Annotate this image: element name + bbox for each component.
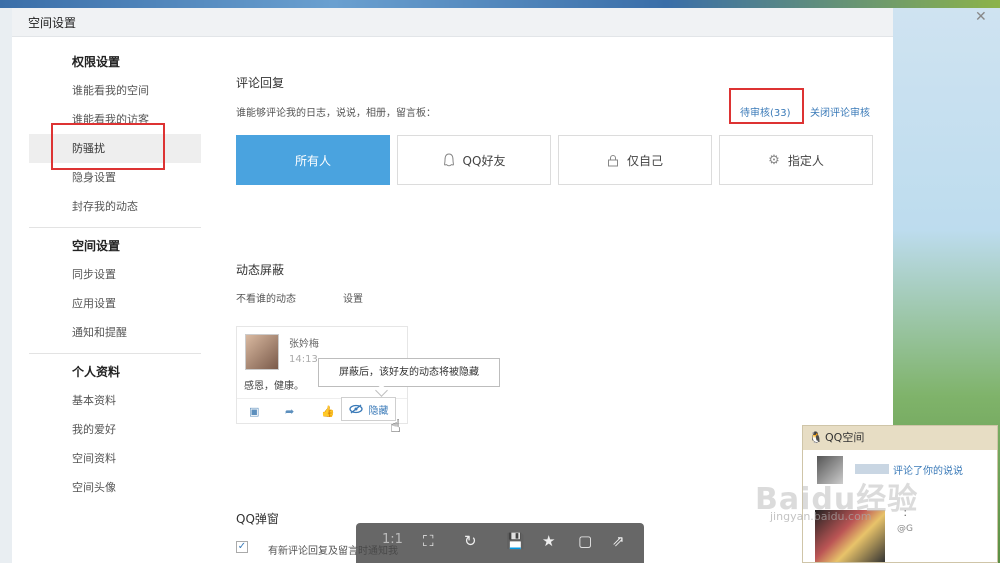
hide-button-label: 隐藏 — [368, 405, 389, 417]
sidebar-item-archive-feed[interactable]: 封存我的动态 — [29, 192, 201, 221]
sidebar-divider — [29, 227, 201, 228]
rotate-icon[interactable]: ↻ — [464, 532, 477, 550]
sidebar-item-space-avatar[interactable]: 空间头像 — [29, 473, 201, 502]
watermark-url: jingyan.baidu.com — [770, 510, 872, 523]
gear-icon: ⚙ — [768, 152, 780, 168]
feed-block-title: 动态屏蔽 — [236, 263, 285, 277]
option-qq-friends-label: QQ好友 — [462, 153, 506, 168]
background-strip — [0, 0, 1000, 8]
card-time: 14:13 — [289, 354, 318, 365]
sidebar-item-apps[interactable]: 应用设置 — [29, 289, 201, 318]
option-specific-people[interactable]: ⚙ 指定人 — [719, 135, 873, 185]
hand-cursor-icon: ☝ — [390, 416, 401, 437]
qq-notify-mini-text-2: @G — [897, 524, 913, 534]
option-everyone[interactable]: 所有人 — [236, 135, 390, 185]
lock-icon — [607, 154, 618, 166]
highlight-box-pending — [729, 88, 804, 124]
avatar — [245, 334, 279, 370]
background-left — [0, 8, 12, 563]
sidebar-item-space-info[interactable]: 空间资料 — [29, 444, 201, 473]
qq-notify-header: 🐧 QQ空间 — [803, 426, 997, 450]
qq-notify-title: QQ空间 — [825, 431, 865, 444]
sidebar-divider — [29, 353, 201, 354]
frame-icon[interactable]: ▢ — [578, 532, 592, 550]
option-specific-people-label: 指定人 — [787, 153, 824, 168]
dialog-title-bar: 空间设置 — [12, 8, 893, 37]
image-viewer-toolbar: 1:1 ⛶ ↻ 💾 ★ ▢ ⇗ — [356, 523, 644, 563]
eye-slash-icon — [348, 404, 363, 414]
hide-button[interactable]: 隐藏 — [341, 397, 396, 421]
hide-tooltip: 屏蔽后，该好友的动态将被隐藏 — [318, 358, 500, 387]
dialog-title: 空间设置 — [28, 16, 77, 30]
feed-block-label: 不看谁的动态 — [236, 294, 296, 305]
close-review-link[interactable]: 关闭评论审核 — [810, 104, 870, 119]
comment-section-title: 评论回复 — [236, 76, 285, 90]
fit-screen-icon[interactable]: ⛶ — [423, 532, 434, 550]
sidebar-item-notifications[interactable]: 通知和提醒 — [29, 318, 201, 347]
sidebar-item-who-can-view-space[interactable]: 谁能看我的空间 — [29, 76, 201, 105]
blurred-username — [855, 464, 889, 474]
save-icon[interactable]: 💾 — [506, 532, 525, 550]
qq-penguin-icon: 🐧 — [809, 431, 823, 444]
bookmark-star-icon[interactable]: ★ — [542, 532, 555, 550]
popup-section-title: QQ弹窗 — [236, 512, 279, 526]
sidebar-item-hobbies[interactable]: 我的爱好 — [29, 415, 201, 444]
option-everyone-label: 所有人 — [294, 153, 331, 168]
notify-checkbox[interactable]: ✓ — [236, 541, 248, 553]
comment-desc: 谁能够评论我的日志，说说，相册，留言板： — [236, 108, 436, 119]
card-author-name: 张妗梅 — [289, 339, 319, 350]
feed-block-settings-link[interactable]: 设置 — [343, 290, 363, 305]
sidebar-heading-space-settings: 空间设置 — [72, 239, 121, 253]
close-icon[interactable]: ✕ — [975, 9, 987, 25]
sidebar-item-basic-info[interactable]: 基本资料 — [29, 386, 201, 415]
ratio-label[interactable]: 1:1 — [382, 532, 403, 547]
option-only-me-label: 仅自己 — [626, 153, 663, 168]
comment-icon[interactable]: ▣ — [249, 405, 259, 418]
sidebar: 权限设置 谁能看我的空间 谁能看我的访客 防骚扰 隐身设置 封存我的动态 空间设… — [29, 48, 201, 502]
highlight-box-sidebar — [51, 123, 165, 170]
option-qq-friends[interactable]: QQ好友 — [397, 135, 551, 185]
sidebar-heading-permissions: 权限设置 — [72, 55, 121, 69]
like-icon[interactable]: 👍 — [321, 405, 335, 418]
qq-penguin-icon — [443, 153, 454, 167]
sidebar-item-sync[interactable]: 同步设置 — [29, 260, 201, 289]
sidebar-heading-profile: 个人资料 — [72, 365, 121, 379]
share-icon[interactable]: ⇗ — [612, 532, 625, 550]
option-only-me[interactable]: 仅自己 — [558, 135, 712, 185]
share-arrow-icon[interactable]: ➦ — [285, 405, 294, 418]
card-body: 感恩，健康。 — [244, 381, 304, 392]
